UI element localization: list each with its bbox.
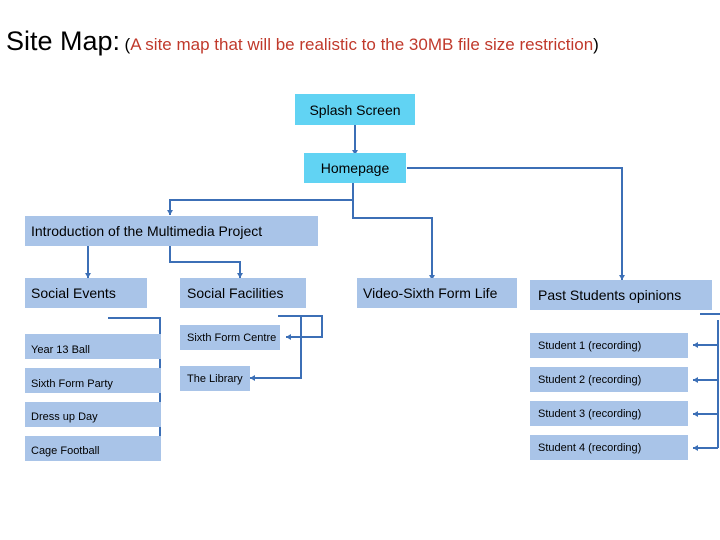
arrowhead-icon [167,210,173,215]
node-student-3[interactable]: Student 3 (recording) [530,401,688,426]
arrowhead-icon [693,377,698,383]
node-sixth-form-centre[interactable]: Sixth Form Centre [180,325,280,350]
node-past-students[interactable]: Past Students opinions [530,280,712,310]
node-student-1[interactable]: Student 1 (recording) [530,333,688,358]
connector-homepage-intro [169,182,354,215]
node-year13-ball[interactable]: Year 13 Ball [25,334,161,359]
node-student-4[interactable]: Student 4 (recording) [530,435,688,460]
node-social-facilities[interactable]: Social Facilities [180,278,306,308]
arrowhead-icon [250,375,255,381]
node-library[interactable]: The Library [180,366,250,391]
node-sixth-form-party[interactable]: Sixth Form Party [25,368,161,393]
connector-homepage-past [407,167,623,280]
arrowhead-icon [693,445,698,451]
node-intro[interactable]: Introduction of the Multimedia Project [25,216,318,246]
node-homepage[interactable]: Homepage [304,153,406,183]
node-dress-up-day[interactable]: Dress up Day [25,402,161,427]
node-video[interactable]: Video-Sixth Form Life [357,278,517,308]
arrowhead-icon [286,334,291,340]
connector-intro-facilities [169,246,241,278]
connector-homepage-video [352,200,433,280]
node-splash-screen[interactable]: Splash Screen [295,94,415,125]
node-student-2[interactable]: Student 2 (recording) [530,367,688,392]
node-cage-football[interactable]: Cage Football [25,436,161,461]
arrowhead-icon [693,411,698,417]
arrowhead-icon [693,342,698,348]
node-social-events[interactable]: Social Events [25,278,147,308]
